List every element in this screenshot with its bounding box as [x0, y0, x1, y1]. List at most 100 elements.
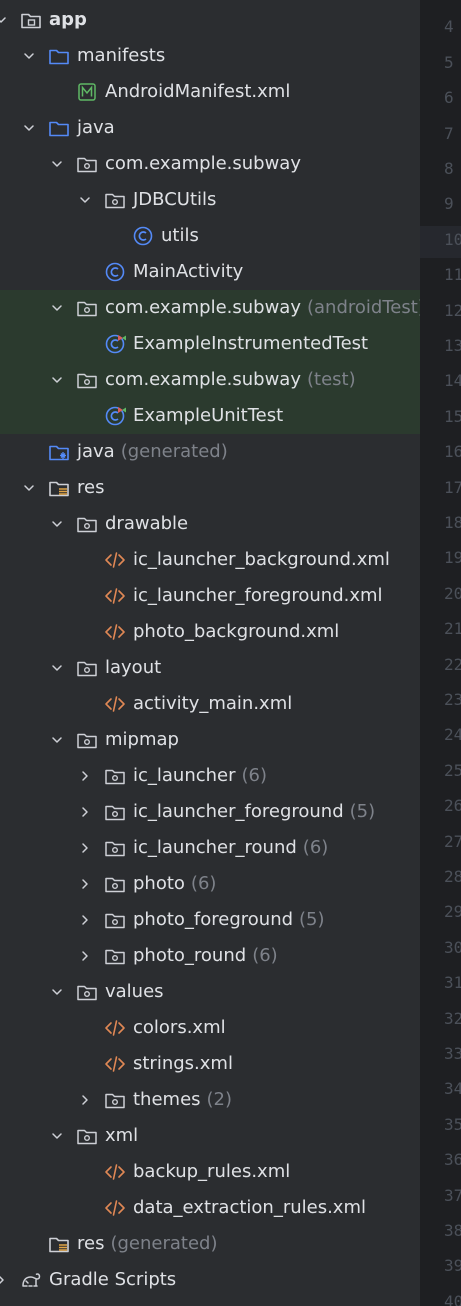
tree-row-hint: (2) [206, 1089, 233, 1110]
tree-row-text: JDBCUtils [133, 189, 217, 210]
tree-row[interactable]: backup_rules.xml [0, 1154, 420, 1190]
resource-folder-icon [48, 478, 70, 498]
tree-row[interactable]: ic_launcher_background.xml [0, 542, 420, 578]
tree-row-text: photo_round [133, 945, 247, 966]
chevron-right-icon[interactable] [78, 1093, 92, 1107]
tree-row[interactable]: java (generated) [0, 434, 420, 470]
tree-row[interactable]: JDBCUtils [0, 182, 420, 218]
chevron-down-icon[interactable] [50, 517, 64, 531]
tree-row-text: drawable [105, 513, 189, 534]
chevron-down-icon[interactable] [50, 1129, 64, 1143]
tree-row-label: xml [105, 1124, 138, 1148]
line-number: 37 [444, 1185, 461, 1205]
tree-row-text: ic_launcher_round [133, 837, 297, 858]
tree-row[interactable]: photo (6) [0, 866, 420, 902]
chevron-down-icon[interactable] [50, 373, 64, 387]
tree-row[interactable]: com.example.subway [0, 146, 420, 182]
tree-row-label: MainActivity [133, 260, 243, 284]
xml-file-icon [104, 1162, 126, 1182]
package-icon [76, 370, 98, 390]
tree-row-label: Gradle Scripts [49, 1268, 176, 1292]
tree-row-text: strings.xml [133, 1053, 233, 1074]
chevron-right-icon[interactable] [78, 877, 92, 891]
tree-row[interactable]: com.example.subway (androidTest) [0, 290, 425, 326]
tree-row[interactable]: layout [0, 650, 420, 686]
tree-row[interactable]: photo_background.xml [0, 614, 420, 650]
chevron-down-icon[interactable] [78, 193, 92, 207]
tree-row-text: java [77, 441, 115, 462]
tree-row[interactable]: values [0, 974, 420, 1010]
line-number: 16 [444, 442, 461, 462]
tree-row-label: res [77, 476, 104, 500]
chevron-down-icon[interactable] [50, 733, 64, 747]
line-number: 28 [444, 867, 461, 886]
tree-row-label: java (generated) [77, 440, 228, 464]
tree-row[interactable]: ic_launcher_foreground (5) [0, 794, 420, 830]
line-number: 15 [444, 406, 461, 426]
chevron-down-icon[interactable] [50, 301, 64, 315]
line-number: 10 [444, 229, 461, 249]
tree-row[interactable]: app [0, 2, 420, 38]
chevron-down-icon[interactable] [22, 121, 36, 135]
tree-row[interactable]: res (generated) [0, 1226, 420, 1262]
chevron-down-icon[interactable] [50, 661, 64, 675]
tree-row[interactable]: manifests [0, 38, 420, 74]
package-icon [104, 946, 126, 966]
tree-row[interactable]: data_extraction_rules.xml [0, 1190, 420, 1226]
line-number: 11 [444, 265, 461, 285]
tree-row[interactable]: photo_foreground (5) [0, 902, 420, 938]
tree-row[interactable]: mipmap [0, 722, 420, 758]
chevron-right-icon[interactable] [0, 1273, 8, 1287]
tree-row[interactable]: ic_launcher (6) [0, 758, 420, 794]
chevron-down-icon[interactable] [22, 49, 36, 63]
tree-row[interactable]: photo_round (6) [0, 938, 420, 974]
tree-row[interactable]: ic_launcher_round (6) [0, 830, 420, 866]
tree-row[interactable]: themes (2) [0, 1082, 420, 1118]
package-icon [104, 910, 126, 930]
tree-row[interactable]: com.example.subway (test) [0, 362, 420, 398]
tree-row-hint: (6) [302, 837, 329, 858]
tree-row[interactable]: activity_main.xml [0, 686, 420, 722]
chevron-right-icon[interactable] [78, 913, 92, 927]
tree-row[interactable]: xml [0, 1118, 420, 1154]
tree-row-label: JDBCUtils [133, 188, 216, 212]
tree-row[interactable]: java [0, 110, 420, 146]
folder-icon [48, 46, 70, 66]
chevron-down-icon[interactable] [0, 13, 8, 27]
tree-row[interactable]: ExampleInstrumentedTest [0, 326, 420, 362]
tree-row-hint: (test) [306, 369, 356, 390]
chevron-right-icon[interactable] [78, 769, 92, 783]
tree-row[interactable]: MainActivity [0, 254, 420, 290]
line-number: 8 [444, 159, 454, 178]
package-icon [104, 190, 126, 210]
chevron-right-icon[interactable] [78, 805, 92, 819]
chevron-right-icon[interactable] [78, 841, 92, 855]
tree-row[interactable]: ExampleUnitTest [0, 398, 420, 434]
package-icon [76, 730, 98, 750]
tree-row-text: AndroidManifest.xml [105, 81, 291, 102]
line-number: 7 [444, 123, 454, 143]
tree-row[interactable]: strings.xml [0, 1046, 420, 1082]
tree-row-label: data_extraction_rules.xml [133, 1196, 366, 1220]
tree-row[interactable]: utils [0, 218, 420, 254]
line-number: 13 [444, 336, 461, 355]
tree-row[interactable]: Gradle Scripts [0, 1262, 420, 1298]
package-icon [104, 874, 126, 894]
chevron-down-icon[interactable] [22, 481, 36, 495]
chevron-right-icon[interactable] [78, 949, 92, 963]
chevron-down-icon[interactable] [50, 985, 64, 999]
tree-row[interactable]: drawable [0, 506, 420, 542]
package-icon [104, 766, 126, 786]
xml-file-icon [104, 694, 126, 714]
tree-row-label: ExampleUnitTest [133, 404, 283, 428]
tree-row[interactable]: colors.xml [0, 1010, 420, 1046]
package-icon [76, 1126, 98, 1146]
tree-row[interactable]: AndroidManifest.xml [0, 74, 420, 110]
tree-row-text: res [77, 1233, 105, 1254]
tree-row-text: com.example.subway [105, 297, 301, 318]
project-tree: app manifests AndroidManifest.xml java com.e… [0, 0, 425, 1306]
chevron-down-icon[interactable] [50, 157, 64, 171]
tree-row[interactable]: ic_launcher_foreground.xml [0, 578, 420, 614]
tree-row[interactable]: res [0, 470, 420, 506]
tree-row-text: photo_background.xml [133, 621, 340, 642]
